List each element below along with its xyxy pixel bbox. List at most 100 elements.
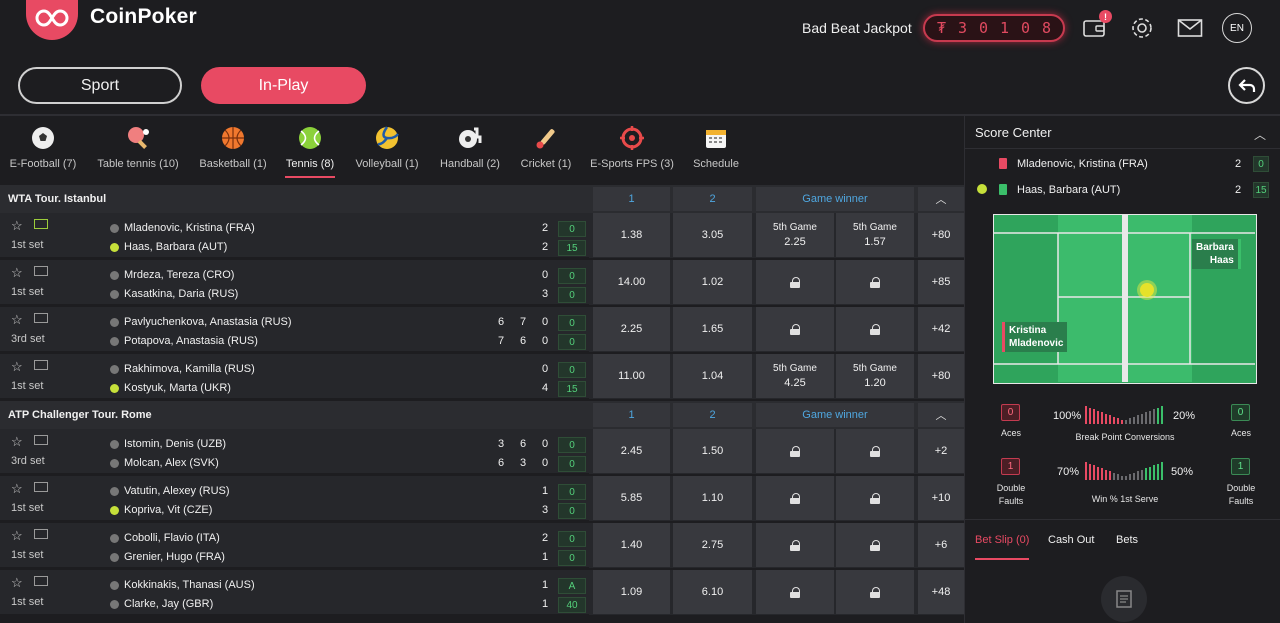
- match-row[interactable]: ☆ 1st set Mladenovic, Kristina (FRA) 2 0 Haas…: [0, 213, 964, 258]
- more-markets-button[interactable]: +48: [918, 570, 964, 614]
- wallet-button[interactable]: !: [1080, 10, 1112, 42]
- tab-cash-out[interactable]: Cash Out: [1048, 534, 1094, 546]
- odds-away[interactable]: 1.04: [673, 354, 752, 398]
- live-field-icon[interactable]: [34, 529, 48, 539]
- player-2: Molcan, Alex (SVK): [110, 457, 219, 469]
- set-score: 2: [541, 532, 549, 544]
- set-label: 1st set: [11, 380, 44, 392]
- stat-bar: [1085, 462, 1087, 480]
- match-row[interactable]: ☆ 1st set Rakhimova, Kamilla (RUS) 0 0 Kostyu…: [0, 354, 964, 399]
- sport-mode-button[interactable]: Sport: [18, 67, 182, 104]
- stat-bar: [1093, 465, 1095, 480]
- favorite-star-icon[interactable]: ☆: [11, 434, 23, 450]
- favorite-star-icon[interactable]: ☆: [11, 265, 23, 281]
- odds-home[interactable]: 2.45: [593, 429, 670, 473]
- game-winner-odds: [756, 476, 834, 520]
- odds-away[interactable]: 3.05: [673, 213, 752, 257]
- live-field-icon[interactable]: [34, 576, 48, 586]
- match-row[interactable]: ☆ 1st set Mrdeza, Tereza (CRO) 0 0 Kasatkina,…: [0, 260, 964, 305]
- tab-handball[interactable]: Handball (2): [437, 118, 503, 178]
- live-field-icon[interactable]: [34, 313, 48, 323]
- column-header-2: 2: [673, 403, 752, 427]
- tab-bets[interactable]: Bets: [1116, 534, 1138, 546]
- df-p1-value: 1: [1001, 458, 1020, 475]
- live-field-icon[interactable]: [34, 219, 48, 229]
- more-markets-button[interactable]: +80: [918, 354, 964, 398]
- game-points: 0: [558, 484, 586, 500]
- odds-away[interactable]: 1.10: [673, 476, 752, 520]
- tab-table-tennis[interactable]: Table tennis (10): [94, 118, 182, 178]
- tab-schedule[interactable]: Schedule: [689, 118, 743, 178]
- game-winner-odds[interactable]: 5th Game 1.20: [836, 354, 914, 398]
- chevron-up-icon[interactable]: ︿: [1254, 126, 1266, 143]
- lock-icon: [790, 445, 800, 457]
- favorite-star-icon[interactable]: ☆: [11, 312, 23, 328]
- odds-home[interactable]: 2.25: [593, 307, 670, 351]
- player-flag-icon: [110, 458, 119, 468]
- player-name: Pavlyuchenkova, Anastasia (RUS): [124, 316, 292, 328]
- tab-tennis[interactable]: Tennis (8): [285, 118, 335, 178]
- more-markets-button[interactable]: +6: [918, 523, 964, 567]
- odds-away[interactable]: 2.75: [673, 523, 752, 567]
- live-field-icon[interactable]: [34, 360, 48, 370]
- player-name: Molcan, Alex (SVK): [124, 457, 219, 469]
- odds-home[interactable]: 14.00: [593, 260, 670, 304]
- settings-button[interactable]: [1128, 14, 1156, 42]
- tab-e-sports-fps[interactable]: E-Sports FPS (3): [589, 118, 675, 178]
- tab-cricket[interactable]: Cricket (1): [518, 118, 574, 178]
- brand-name[interactable]: CoinPoker: [90, 5, 197, 29]
- odds-home[interactable]: 1.38: [593, 213, 670, 257]
- match-row[interactable]: ☆ 3rd set Istomin, Denis (UZB) 3 6 0 0 Molcan, …: [0, 429, 964, 474]
- set-score: 2: [541, 222, 549, 234]
- game-winner-odds: [756, 570, 834, 614]
- live-field-icon[interactable]: [34, 266, 48, 276]
- player-1: Istomin, Denis (UZB): [110, 438, 226, 450]
- favorite-star-icon[interactable]: ☆: [11, 359, 23, 375]
- match-row[interactable]: ☆ 1st set Vatutin, Alexey (RUS) 1 0 Kopriva, …: [0, 476, 964, 521]
- player-flag-icon: [110, 289, 119, 299]
- tab-basketball[interactable]: Basketball (1): [196, 118, 270, 178]
- favorite-star-icon[interactable]: ☆: [11, 575, 23, 591]
- more-markets-button[interactable]: +42: [918, 307, 964, 351]
- tennis-ball-icon: [1137, 280, 1157, 300]
- inplay-mode-button[interactable]: In-Play: [201, 67, 366, 104]
- messages-button[interactable]: [1176, 14, 1204, 42]
- odds-home[interactable]: 1.09: [593, 570, 670, 614]
- tab-volleyball[interactable]: Volleyball (1): [352, 118, 422, 178]
- favorite-star-icon[interactable]: ☆: [11, 481, 23, 497]
- more-markets-button[interactable]: +85: [918, 260, 964, 304]
- favorite-star-icon[interactable]: ☆: [11, 528, 23, 544]
- odds-home[interactable]: 1.40: [593, 523, 670, 567]
- odds-home[interactable]: 11.00: [593, 354, 670, 398]
- game-winner-odds[interactable]: 5th Game 2.25: [756, 213, 834, 257]
- tab-e-football[interactable]: E-Football (7): [6, 118, 80, 178]
- collapse-button[interactable]: ︿: [918, 187, 964, 211]
- crosshair-icon: [618, 124, 646, 152]
- game-winner-odds[interactable]: 5th Game 4.25: [756, 354, 834, 398]
- odds-away[interactable]: 6.10: [673, 570, 752, 614]
- tab-bet-slip[interactable]: Bet Slip (0): [975, 534, 1029, 546]
- more-markets-button[interactable]: +2: [918, 429, 964, 473]
- bp-p2-value: 20%: [1173, 410, 1196, 422]
- odds-away[interactable]: 1.50: [673, 429, 752, 473]
- favorite-star-icon[interactable]: ☆: [11, 218, 23, 234]
- language-selector[interactable]: EN: [1222, 13, 1252, 43]
- coinpoker-logo[interactable]: [26, 0, 78, 40]
- back-button[interactable]: [1228, 67, 1265, 104]
- match-row[interactable]: ☆ 1st set Kokkinakis, Thanasi (AUS) 1 A Clark…: [0, 570, 964, 615]
- odds-home[interactable]: 5.85: [593, 476, 670, 520]
- set-score: 3: [541, 288, 549, 300]
- game-winner-odds[interactable]: 5th Game 1.57: [836, 213, 914, 257]
- player-flag-icon: [110, 533, 119, 543]
- match-row[interactable]: ☆ 3rd set Pavlyuchenkova, Anastasia (RUS) 6…: [0, 307, 964, 352]
- more-markets-button[interactable]: +10: [918, 476, 964, 520]
- live-field-icon[interactable]: [34, 435, 48, 445]
- live-field-icon[interactable]: [34, 482, 48, 492]
- tab-label: Volleyball (1): [355, 158, 419, 170]
- court-player-last-name: Haas: [1209, 255, 1234, 266]
- match-row[interactable]: ☆ 1st set Cobolli, Flavio (ITA) 2 0 Grenier, …: [0, 523, 964, 568]
- more-markets-button[interactable]: +80: [918, 213, 964, 257]
- collapse-button[interactable]: ︿: [918, 403, 964, 427]
- odds-away[interactable]: 1.02: [673, 260, 752, 304]
- odds-away[interactable]: 1.65: [673, 307, 752, 351]
